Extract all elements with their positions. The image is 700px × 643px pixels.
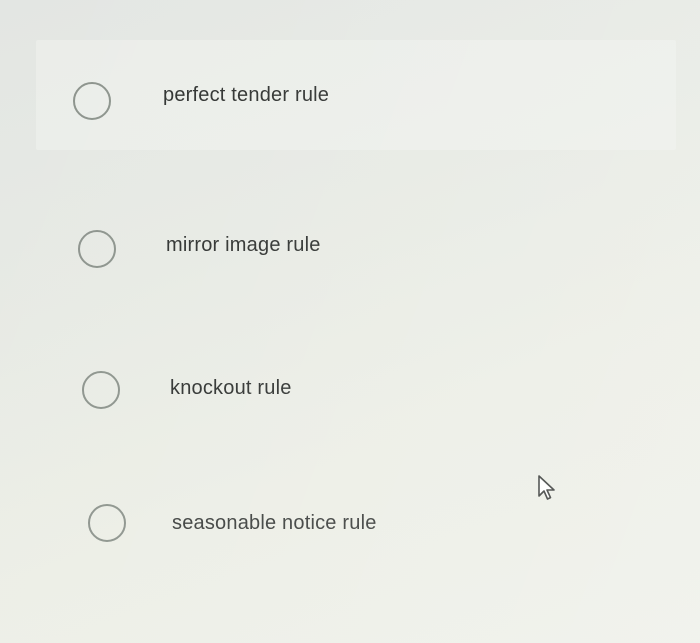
option-label: knockout rule bbox=[170, 376, 292, 399]
answer-option[interactable]: seasonable notice rule bbox=[36, 468, 676, 578]
answer-option[interactable]: perfect tender rule bbox=[36, 40, 676, 150]
arrow-pointer-icon bbox=[538, 475, 555, 500]
quiz-screen: perfect tender rule mirror image rule kn… bbox=[0, 0, 700, 643]
option-label: perfect tender rule bbox=[163, 83, 330, 106]
radio-button[interactable] bbox=[78, 230, 116, 268]
option-label: seasonable notice rule bbox=[172, 511, 377, 534]
answer-option[interactable]: mirror image rule bbox=[36, 190, 676, 300]
answer-option[interactable]: knockout rule bbox=[36, 333, 676, 443]
radio-button[interactable] bbox=[82, 371, 120, 409]
option-label: mirror image rule bbox=[166, 233, 321, 256]
radio-button[interactable] bbox=[88, 504, 126, 542]
radio-button[interactable] bbox=[73, 82, 111, 120]
